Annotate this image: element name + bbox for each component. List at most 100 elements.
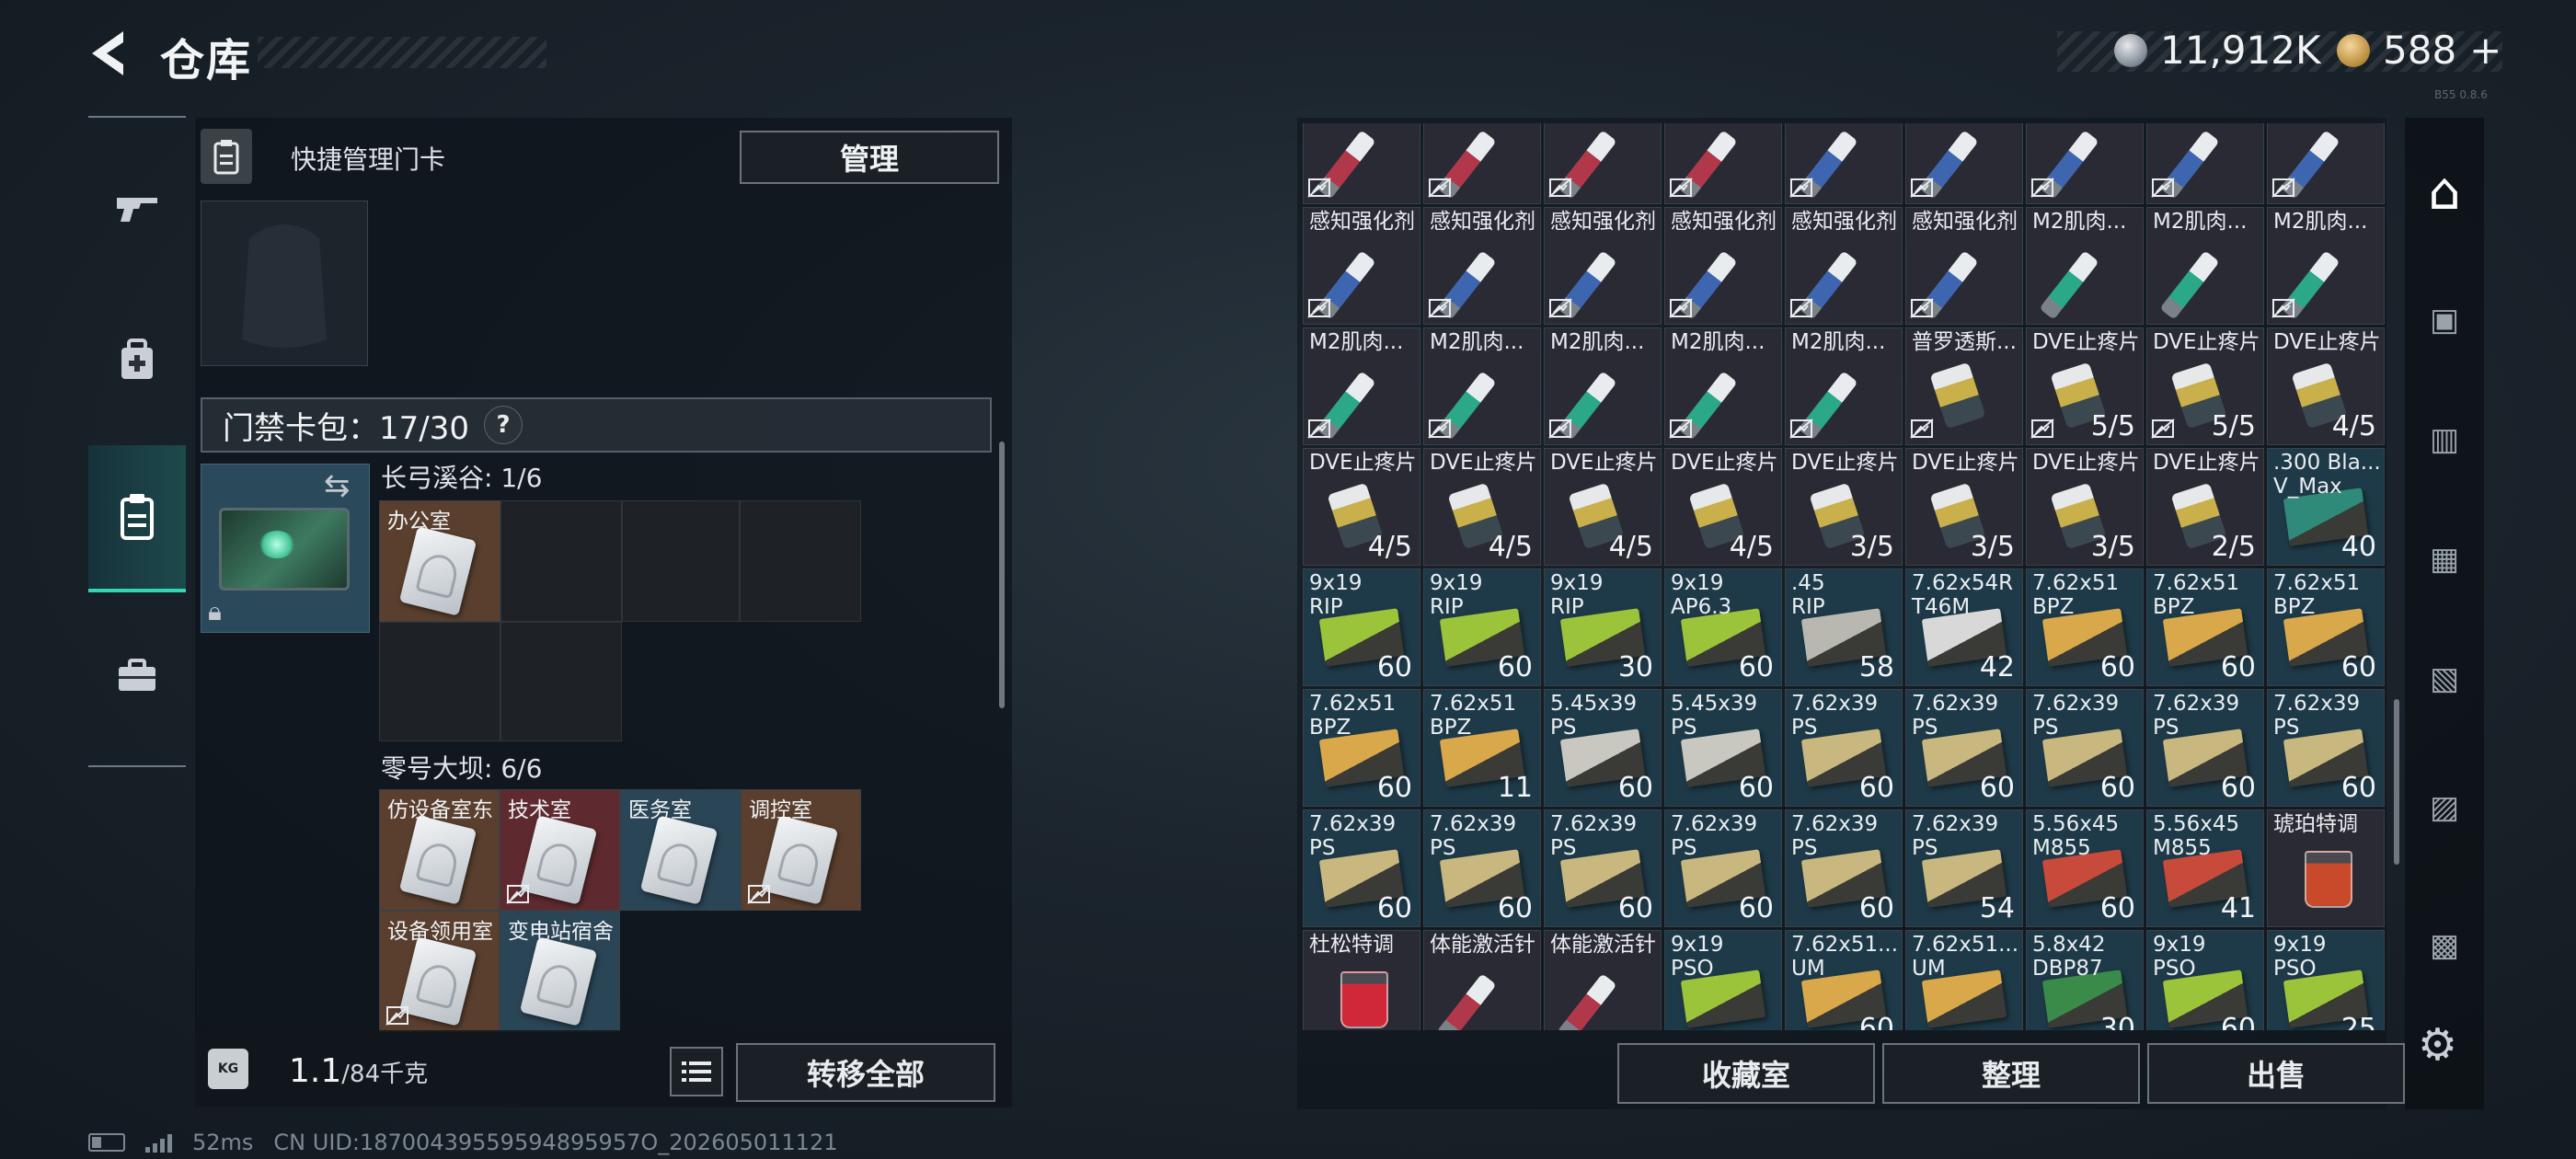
item-cell[interactable] [2267,123,2385,204]
warehouse-tab[interactable]: ▦ [2410,515,2478,603]
list-view-button[interactable] [670,1047,723,1096]
rail-keycards[interactable] [88,445,186,592]
item-cell[interactable]: 7.62x39 PS 60 [1785,809,1903,927]
item-cell[interactable]: M2肌肉... [2267,207,2385,325]
item-cell[interactable]: DVE止疼片 5/5 [2026,327,2144,445]
item-cell[interactable]: 7.62x39 PS 60 [2267,689,2385,807]
warehouse-tab[interactable]: ▩ [2410,901,2478,990]
keycard-slot[interactable]: 医务室 [620,789,741,911]
item-cell[interactable]: 杜松特调 [1303,930,1420,1030]
sort-button[interactable]: 整理 [1882,1043,2140,1104]
item-cell[interactable]: DVE止疼片 3/5 [1905,448,2023,566]
keycard-slot[interactable]: 技术室 [500,789,620,911]
rail-medical[interactable] [88,309,186,410]
swap-icon[interactable]: ⇆ [324,467,351,504]
item-cell[interactable] [1544,123,1662,204]
item-cell[interactable]: 感知强化剂 [1785,207,1903,325]
warehouse-tab[interactable]: ▨ [2410,763,2478,852]
item-cell[interactable]: 9x19 RIP 60 [1303,568,1420,686]
item-cell[interactable]: 5.45x39 PS 60 [1544,689,1662,807]
item-cell[interactable]: 感知强化剂 [1303,207,1420,325]
item-cell[interactable] [2026,123,2144,204]
left-scrollbar[interactable] [999,442,1005,708]
item-cell[interactable]: 体能激活针 [1423,930,1541,1030]
item-cell[interactable]: 5.56x45 M855 41 [2146,809,2264,927]
item-cell[interactable]: 7.62x39 PS 60 [1544,809,1662,927]
item-cell[interactable]: 感知强化剂 [1664,207,1782,325]
item-cell[interactable]: 感知强化剂 [1423,207,1541,325]
keycard-slot[interactable]: 仿设备室东 [379,789,500,911]
add-gold-button[interactable]: + [2469,28,2501,73]
item-cell[interactable] [2146,123,2264,204]
item-cell[interactable]: M2肌肉... [1785,327,1903,445]
warehouse-tab[interactable]: ⌂ [2410,147,2478,235]
backpack-slot[interactable] [201,201,368,366]
item-cell[interactable]: DVE止疼片 3/5 [1785,448,1903,566]
warehouse-tab[interactable]: ▥ [2410,396,2478,484]
collection-room-button[interactable]: 收藏室 [1617,1043,1875,1104]
keycard-slot[interactable]: 变电站宿舍 [500,911,620,1032]
item-cell[interactable]: DVE止疼片 3/5 [2026,448,2144,566]
item-cell[interactable]: DVE止疼片 4/5 [1664,448,1782,566]
gold-currency[interactable]: 588 + [2337,28,2501,73]
item-cell[interactable]: 9x19 RIP 30 [1544,568,1662,686]
item-cell[interactable] [1303,123,1420,204]
warehouse-tab[interactable]: ▧ [2410,635,2478,723]
item-cell[interactable]: 7.62x39 PS 60 [1303,809,1420,927]
item-cell[interactable]: 7.62x39 PS 54 [1905,809,2023,927]
item-cell[interactable]: DVE止疼片 4/5 [1423,448,1541,566]
manage-button[interactable]: 管理 [740,131,999,184]
item-cell[interactable]: 5.56x45 M855 60 [2026,809,2144,927]
warehouse-scrollbar[interactable] [2394,699,2399,865]
item-cell[interactable]: 9x19 PSO 25 [2267,930,2385,1030]
item-cell[interactable]: 体能激活针 [1544,930,1662,1030]
item-cell[interactable]: 7.62x54R T46M 42 [1905,568,2023,686]
item-cell[interactable]: 7.62x39 PS 60 [1664,809,1782,927]
item-cell[interactable]: 9x19 AP6.3 60 [1664,568,1782,686]
item-cell[interactable]: 感知强化剂 [1905,207,2023,325]
gear-icon[interactable]: ⚙ [2418,1019,2457,1071]
item-cell[interactable]: M2肌肉... [1423,327,1541,445]
item-cell[interactable] [1423,123,1541,204]
item-cell[interactable]: 7.62x51 BPZ 60 [2026,568,2144,686]
item-cell[interactable]: DVE止疼片 5/5 [2146,327,2264,445]
keycard-slot[interactable]: 办公室 [379,500,500,622]
warehouse-tab[interactable]: ▣ [2410,276,2478,364]
item-cell[interactable]: M2肌肉... [1544,327,1662,445]
item-cell[interactable]: 7.62x51 BPZ 60 [2267,568,2385,686]
item-cell[interactable]: 7.62x51... UM 60 [1785,930,1903,1030]
item-cell[interactable]: 7.62x39 PS 60 [1905,689,2023,807]
item-cell[interactable]: .300 Bla... V_Max 40 [2267,448,2385,566]
item-cell[interactable]: 琥珀特调 [2267,809,2385,927]
item-cell[interactable] [1905,123,2023,204]
item-cell[interactable]: 5.45x39 PS 60 [1664,689,1782,807]
item-cell[interactable]: 7.62x39 PS 60 [1785,689,1903,807]
item-cell[interactable]: M2肌肉... [1303,327,1420,445]
item-cell[interactable]: 5.8x42 DBP87 30 [2026,930,2144,1030]
item-cell[interactable]: 7.62x51 BPZ 60 [1303,689,1420,807]
item-cell[interactable]: M2肌肉... [2026,207,2144,325]
item-cell[interactable]: 9x19 RIP 60 [1423,568,1541,686]
item-cell[interactable] [1785,123,1903,204]
item-cell[interactable] [1664,123,1782,204]
item-cell[interactable]: 7.62x51... UM [1905,930,2023,1030]
help-button[interactable]: ? [483,406,523,444]
transfer-all-button[interactable]: 转移全部 [736,1043,995,1102]
item-cell[interactable]: 9x19 PSO [1664,930,1782,1030]
item-cell[interactable]: .45 RIP 58 [1785,568,1903,686]
item-cell[interactable]: M2肌肉... [1664,327,1782,445]
item-cell[interactable]: 7.62x39 PS 60 [1423,809,1541,927]
item-cell[interactable]: 感知强化剂 [1544,207,1662,325]
item-cell[interactable]: 7.62x39 PS 60 [2026,689,2144,807]
item-cell[interactable]: DVE止疼片 4/5 [1544,448,1662,566]
sell-button[interactable]: 出售 [2147,1043,2405,1104]
keycard-slot[interactable]: 设备领用室 [379,911,500,1032]
rail-weapons[interactable] [88,156,186,258]
item-cell[interactable]: 7.62x51 BPZ 60 [2146,568,2264,686]
item-cell[interactable]: 7.62x51 BPZ 11 [1423,689,1541,807]
item-cell[interactable]: 普罗透斯... [1905,327,2023,445]
item-cell[interactable]: DVE止疼片 4/5 [1303,448,1420,566]
item-cell[interactable]: DVE止疼片 2/5 [2146,448,2264,566]
item-cell[interactable]: 9x19 PSO 60 [2146,930,2264,1030]
back-arrow-icon[interactable] [85,28,136,79]
